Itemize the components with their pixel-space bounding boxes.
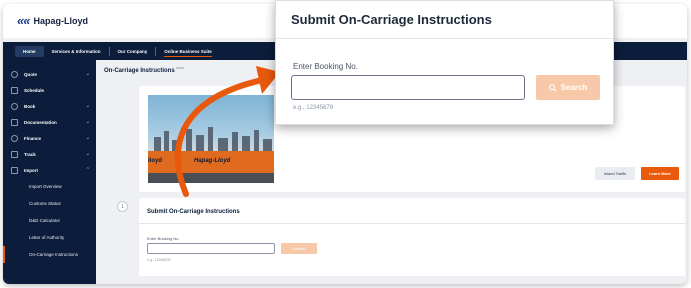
building — [218, 138, 228, 151]
document-icon — [11, 118, 18, 126]
popup-search-button[interactable]: Search — [536, 75, 600, 100]
track-icon — [11, 150, 18, 158]
hapag-lloyd-logo[interactable]: «« Hapag-Lloyd — [17, 13, 88, 28]
building — [196, 135, 204, 151]
booking-number-label: Enter Booking No. — [147, 236, 180, 241]
search-icon — [548, 83, 557, 92]
sidebar-item-label: Book — [24, 103, 36, 109]
building — [242, 136, 250, 151]
logo-mark-icon: «« — [17, 13, 31, 28]
step-marker: 1 — [117, 201, 128, 212]
container-text: Hapag-Lloyd — [194, 158, 231, 164]
sidebar-item-schedule[interactable]: Schedule — [3, 82, 96, 98]
sidebar-item-track[interactable]: Track ⌄ — [3, 146, 96, 162]
sidebar-item-label: Track — [24, 151, 36, 157]
chevron-down-icon: ⌄ — [85, 103, 90, 109]
quote-icon — [11, 70, 18, 78]
building — [164, 131, 169, 151]
chevron-up-icon: ⌃ — [85, 167, 90, 173]
book-icon — [11, 102, 18, 110]
sidebar-item-documentation[interactable]: Documentation ⌄ — [3, 114, 96, 130]
nav-item-our-company[interactable]: Our Company — [110, 46, 156, 57]
search-button[interactable]: Search — [281, 243, 317, 254]
zoomed-submit-panel: Submit On-Carriage Instructions Enter Bo… — [275, 0, 614, 125]
building — [232, 132, 238, 151]
logo-text: Hapag-Lloyd — [33, 15, 88, 26]
building — [154, 137, 161, 151]
sidebar-item-finance[interactable]: Finance ⌄ — [3, 130, 96, 146]
popup-booking-number-input[interactable] — [291, 75, 525, 100]
sidebar-subitem-letter-of-authority[interactable]: Letter of Authority — [3, 229, 96, 246]
popup-title: Submit On-Carriage Instructions — [291, 12, 492, 27]
building — [172, 140, 181, 151]
nav-item-services[interactable]: Services & Information — [44, 46, 109, 57]
page-title-text: On-Carriage Instructions — [104, 68, 175, 74]
nav-item-home[interactable]: Home — [15, 45, 44, 57]
sidebar-item-label: Schedule — [24, 87, 45, 93]
container-text-left: lloyd — [148, 158, 163, 164]
hero-image-container-train: lloyd Hapag-Lloyd — [148, 95, 274, 183]
building — [186, 129, 192, 151]
finance-icon — [11, 134, 18, 142]
section-title: Submit On-Carriage Instructions — [147, 209, 240, 215]
booking-number-hint: e.g., 12345678 — [147, 258, 171, 262]
sidebar-subitem-dd-calculator[interactable]: D&D Calculator — [3, 212, 96, 229]
chevron-down-icon: ⌄ — [85, 151, 90, 157]
page-title: On-Carriage Instructions BETA — [104, 66, 184, 74]
city-skyline — [148, 127, 274, 151]
building — [263, 139, 272, 151]
building — [208, 127, 213, 151]
import-icon — [11, 166, 18, 174]
sidebar-item-book[interactable]: Book ⌄ — [3, 98, 96, 114]
popup-booking-number-hint: e.g., 12345678 — [293, 105, 334, 111]
nav-item-online-business-suite[interactable]: Online Business Suite — [156, 46, 220, 57]
chevron-down-icon: ⌄ — [85, 119, 90, 125]
sidebar-item-label: Import — [24, 167, 38, 173]
submit-instructions-card: Submit On-Carriage Instructions Enter Bo… — [139, 198, 685, 276]
sidebar-item-label: Documentation — [24, 119, 57, 125]
beta-badge: BETA — [176, 66, 185, 70]
building — [254, 130, 259, 151]
chevron-down-icon: ⌄ — [85, 135, 90, 141]
sidebar-item-quote[interactable]: Quote ⌄ — [3, 66, 96, 82]
search-button-label: Search — [292, 246, 306, 251]
sidebar-subitem-customs-status[interactable]: Customs Status — [3, 195, 96, 212]
shipping-container: lloyd Hapag-Lloyd — [148, 151, 274, 173]
popup-booking-number-label: Enter Booking No. — [293, 62, 358, 71]
chevron-down-icon: ⌄ — [85, 71, 90, 77]
rail-track — [148, 173, 274, 183]
calendar-icon — [11, 86, 18, 94]
sidebar-item-label: Finance — [24, 135, 42, 141]
booking-number-input[interactable] — [147, 243, 275, 254]
popup-divider — [276, 38, 613, 39]
sidebar-item-import[interactable]: Import ⌃ — [3, 162, 96, 178]
sidebar: Quote ⌄ Schedule Book ⌄ Documentation ⌄ … — [3, 60, 96, 284]
inland-tariffs-button[interactable]: Inland Tariffs — [595, 167, 635, 180]
sidebar-subitem-on-carriage-instructions[interactable]: On-Carriage Instructions — [3, 246, 96, 263]
sidebar-item-label: Quote — [24, 71, 37, 77]
learn-more-button[interactable]: Learn More — [641, 167, 679, 180]
sidebar-subitem-import-overview[interactable]: Import Overview — [3, 178, 96, 195]
divider — [139, 223, 685, 224]
popup-search-label: Search — [560, 83, 588, 92]
